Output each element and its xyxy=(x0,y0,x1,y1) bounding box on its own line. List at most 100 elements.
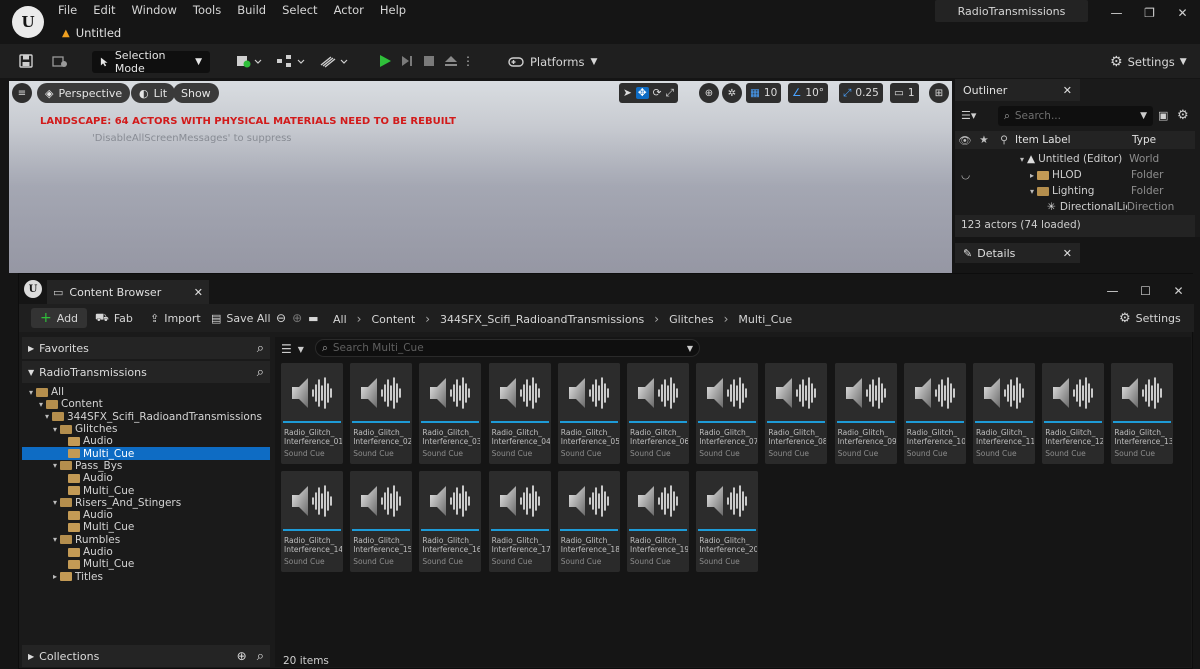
add-folder-icon[interactable]: ▣ xyxy=(1158,109,1168,122)
outliner-row[interactable]: ◡ ▸ HLOD Folder xyxy=(955,167,1195,183)
asset-tile[interactable]: Radio_Glitch_ Interference_08_ Sound Cue xyxy=(765,363,828,464)
select-tool-icon[interactable]: ➤ xyxy=(623,87,632,99)
filter-button[interactable]: ☰ ▼ xyxy=(281,339,304,359)
chevron-right-icon[interactable]: › xyxy=(724,312,729,326)
scale-tool-icon[interactable]: ⤢ xyxy=(665,87,673,100)
tree-item-pass-bys[interactable]: ▾ Pass_Bys xyxy=(22,460,270,472)
settings-dropdown[interactable]: ⚙ Settings ▼ xyxy=(1110,51,1187,73)
col-item-label[interactable]: Item Label xyxy=(1015,134,1132,146)
search-icon[interactable]: ⌕ xyxy=(257,341,264,356)
favorites-header[interactable]: ▶ Favorites ⌕ xyxy=(22,337,270,359)
menu-file[interactable]: File xyxy=(50,0,85,20)
visibility-icon[interactable]: ◡ xyxy=(961,169,1027,181)
col-type[interactable]: Type xyxy=(1132,134,1156,146)
asset-tile[interactable]: Radio_Glitch_ Interference_11_ Sound Cue xyxy=(973,363,1035,464)
surface-snap-icon[interactable]: ✲ xyxy=(722,83,742,103)
level-viewport[interactable]: ≡ ◈ Perspective ◐ Lit Show ➤ ✥ ⟳ ⤢ ⊕ ✲ ▦… xyxy=(9,81,952,273)
move-tool-icon[interactable]: ✥ xyxy=(635,87,649,99)
breadcrumb-item[interactable]: Multi_Cue xyxy=(738,313,792,326)
add-actor-icon[interactable] xyxy=(234,48,264,74)
tree-item-multi-cue[interactable]: Multi_Cue xyxy=(22,521,270,533)
search-icon[interactable]: ⌕ xyxy=(257,365,264,380)
content-browser-tab[interactable]: ▭ Content Browser ✕ xyxy=(47,280,209,304)
outliner-row[interactable]: ✳ DirectionalLig Direction xyxy=(955,199,1195,215)
rotation-snap-toggle[interactable]: ∠ 10° xyxy=(788,83,829,103)
skip-icon[interactable] xyxy=(396,49,418,73)
breadcrumb-item[interactable]: Content xyxy=(371,313,415,326)
chevron-right-icon[interactable]: › xyxy=(654,312,659,326)
play-options-icon[interactable]: ⋮ xyxy=(462,49,474,73)
asset-tile[interactable]: Radio_Glitch_ Interference_13_ Sound Cue xyxy=(1111,363,1174,464)
asset-tile[interactable]: Radio_Glitch_ Interference_14_ Sound Cue xyxy=(281,471,343,572)
play-icon[interactable] xyxy=(374,49,396,73)
outliner-row[interactable]: ▾ ▲ Untitled (Editor) World xyxy=(955,151,1195,167)
minimize-icon[interactable]: — xyxy=(1096,278,1129,304)
lit-button[interactable]: ◐ Lit xyxy=(131,83,176,103)
asset-tile[interactable]: Radio_Glitch_ Interference_15_ Sound Cue xyxy=(350,471,413,572)
menu-window[interactable]: Window xyxy=(124,0,185,20)
close-icon[interactable]: ✕ xyxy=(1162,278,1195,304)
tree-item-rumbles[interactable]: ▾ Rumbles xyxy=(22,534,270,546)
cinematics-icon[interactable] xyxy=(318,48,350,74)
add-collection-icon[interactable]: ⊕ xyxy=(237,649,247,663)
tree-item-audio[interactable]: Audio xyxy=(22,472,270,484)
gear-icon[interactable]: ⚙ xyxy=(1177,108,1189,123)
stop-icon[interactable] xyxy=(418,49,440,73)
menu-build[interactable]: Build xyxy=(229,0,274,20)
menu-help[interactable]: Help xyxy=(372,0,414,20)
asset-tile[interactable]: Radio_Glitch_ Interference_04_ Sound Cue xyxy=(488,363,551,464)
chevron-right-icon[interactable]: › xyxy=(425,312,430,326)
forward-icon[interactable]: ⊕ xyxy=(292,311,302,325)
grid-snap-toggle[interactable]: ▦ 10 xyxy=(746,83,782,103)
scale-snap-toggle[interactable]: ⤢ 0.25 xyxy=(839,83,883,103)
tree-item-titles[interactable]: ▸ Titles xyxy=(22,570,270,583)
asset-tile[interactable]: Radio_Glitch_ Interference_18_ Sound Cue xyxy=(557,471,620,572)
tree-item-risers[interactable]: ▾ Risers_And_Stingers xyxy=(22,497,270,509)
tree-item-audio[interactable]: Audio xyxy=(22,509,270,521)
filter-icon[interactable]: ☰▾ xyxy=(961,109,976,122)
menu-tools[interactable]: Tools xyxy=(185,0,229,20)
tree-item-pack[interactable]: ▾ 344SFX_Scifi_RadioandTransmissions xyxy=(22,411,270,423)
details-tab[interactable]: ✎ Details ✕ xyxy=(955,243,1080,263)
asset-tile[interactable]: Radio_Glitch_ Interference_16_ Sound Cue xyxy=(419,471,482,572)
close-icon[interactable]: ✕ xyxy=(1063,84,1072,97)
maximize-icon[interactable]: ❐ xyxy=(1133,0,1166,26)
tree-item-glitches[interactable]: ▾ Glitches xyxy=(22,423,270,435)
tree-item-multi-cue-selected[interactable]: Multi_Cue xyxy=(22,447,270,460)
tree-item-audio[interactable]: Audio xyxy=(22,435,270,447)
level-tab[interactable]: ▲ Untitled xyxy=(52,22,131,44)
unreal-logo-icon[interactable]: U xyxy=(12,6,44,38)
platforms-dropdown[interactable]: Platforms ▼ xyxy=(508,51,597,73)
cb-settings-button[interactable]: ⚙ Settings xyxy=(1119,308,1181,328)
collections-header[interactable]: ▶ Collections ⊕ ⌕ xyxy=(22,645,270,667)
asset-tile[interactable]: Radio_Glitch_ Interference_03_ Sound Cue xyxy=(419,363,482,464)
camera-speed-button[interactable]: ▭ 1 xyxy=(890,83,919,103)
outliner-row[interactable]: ▾ Lighting Folder xyxy=(955,183,1195,199)
chevron-right-icon[interactable]: › xyxy=(357,312,362,326)
close-icon[interactable]: ✕ xyxy=(194,286,203,299)
asset-tile[interactable]: Radio_Glitch_ Interference_17_ Sound Cue xyxy=(488,471,551,572)
close-icon[interactable]: ✕ xyxy=(1166,0,1199,26)
asset-tile[interactable]: Radio_Glitch_ Interference_07_ Sound Cue xyxy=(696,363,759,464)
asset-tile[interactable]: Radio_Glitch_ Interference_19_ Sound Cue xyxy=(627,471,689,572)
asset-tile[interactable]: Radio_Glitch_ Interference_09_ Sound Cue xyxy=(834,363,897,464)
asset-tile[interactable]: Radio_Glitch_ Interference_20_ Sound Cue xyxy=(696,471,759,572)
world-space-icon[interactable]: ⊕ xyxy=(699,83,719,103)
rotate-tool-icon[interactable]: ⟳ xyxy=(653,87,662,99)
fab-button[interactable]: ⛟ Fab xyxy=(95,308,133,328)
breadcrumb-item[interactable]: All xyxy=(333,313,347,326)
asset-tile[interactable]: Radio_Glitch_ Interference_02_ Sound Cue xyxy=(350,363,413,464)
maximize-viewport-icon[interactable]: ⊞ xyxy=(929,83,949,103)
asset-tile[interactable]: Radio_Glitch_ Interference_01_ Sound Cue xyxy=(281,363,343,464)
asset-tile[interactable]: Radio_Glitch_ Interference_12_ Sound Cue xyxy=(1042,363,1105,464)
asset-search-input[interactable]: ⌕ Search Multi_Cue ▼ xyxy=(315,339,700,357)
outliner-search-input[interactable]: ⌕ Search... ▼ xyxy=(998,106,1153,126)
source-control-icon[interactable] xyxy=(50,48,70,74)
tree-item-multi-cue[interactable]: Multi_Cue xyxy=(22,484,270,497)
save-all-button[interactable]: ▤ Save All xyxy=(211,308,271,328)
save-icon[interactable] xyxy=(16,48,36,74)
show-button[interactable]: Show xyxy=(173,83,219,103)
eject-icon[interactable] xyxy=(440,49,462,73)
tree-item-multi-cue[interactable]: Multi_Cue xyxy=(22,558,270,570)
menu-edit[interactable]: Edit xyxy=(85,0,123,20)
